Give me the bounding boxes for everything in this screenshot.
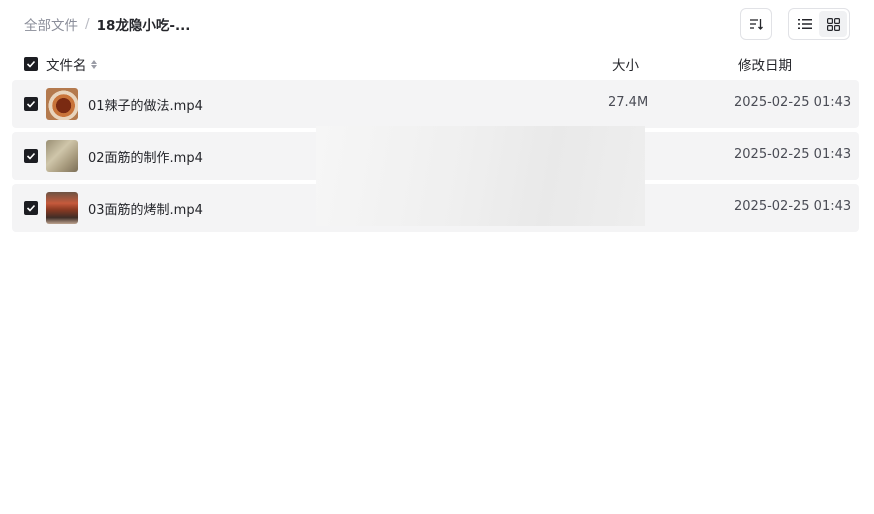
breadcrumb: 全部文件 / 18龙隐小吃-... [24, 14, 190, 34]
select-all-checkbox[interactable] [24, 57, 38, 71]
grid-view-button[interactable] [819, 11, 847, 37]
grid-view-icon [826, 17, 840, 31]
file-size: 27.4M [608, 95, 649, 110]
file-row[interactable]: 01辣子的做法.mp4 27.4M 2025-02-25 01:43 [12, 80, 859, 128]
video-thumbnail [46, 192, 78, 224]
checkmark-icon [26, 204, 36, 212]
video-thumbnail [46, 88, 78, 120]
checkmark-icon [26, 152, 36, 160]
view-toggle [788, 8, 850, 40]
breadcrumb-root-link[interactable]: 全部文件 [24, 14, 78, 34]
list-view-button[interactable] [791, 11, 819, 37]
name-column-header[interactable]: 文件名 [46, 54, 97, 74]
blurred-overlay [316, 126, 645, 226]
sort-lines-icon [750, 19, 763, 30]
video-thumbnail [46, 140, 78, 172]
table-header: 文件名 大小 修改日期 [12, 52, 859, 76]
checkmark-icon [26, 100, 36, 108]
file-name[interactable]: 02面筋的制作.mp4 [88, 147, 203, 166]
size-column-header: 大小 [612, 58, 639, 74]
sort-button[interactable] [740, 8, 772, 40]
file-modified-date: 2025-02-25 01:43 [734, 199, 852, 214]
checkmark-icon [26, 60, 36, 68]
sort-caret-icon [90, 59, 97, 69]
breadcrumb-separator: / [85, 16, 90, 32]
file-name[interactable]: 01辣子的做法.mp4 [88, 95, 203, 114]
modified-column-header: 修改日期 [738, 58, 792, 74]
row-checkbox[interactable] [24, 201, 38, 215]
row-checkbox[interactable] [24, 97, 38, 111]
file-name[interactable]: 03面筋的烤制.mp4 [88, 199, 203, 218]
row-checkbox[interactable] [24, 149, 38, 163]
list-view-icon [798, 19, 812, 29]
name-header-label: 文件名 [46, 58, 87, 74]
file-modified-date: 2025-02-25 01:43 [734, 147, 852, 162]
file-modified-date: 2025-02-25 01:43 [734, 95, 852, 110]
breadcrumb-current-folder: 18龙隐小吃-... [96, 18, 191, 34]
